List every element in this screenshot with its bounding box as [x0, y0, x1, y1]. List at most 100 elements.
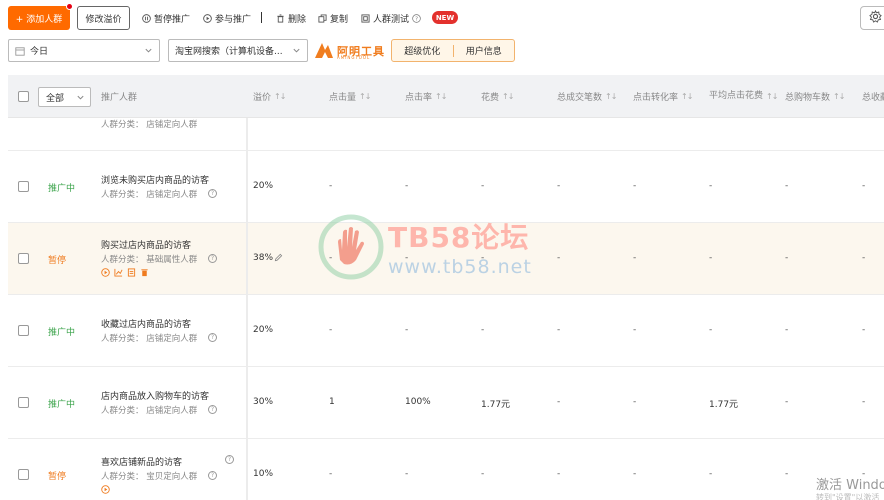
play-icon[interactable]: [101, 268, 110, 277]
status-filter-select[interactable]: 全部: [38, 87, 91, 107]
join-label: 参与推广: [215, 14, 252, 25]
modify-bid-label: 修改溢价: [85, 14, 122, 25]
help-icon[interactable]: ?: [412, 13, 421, 23]
row-status: 推广中: [48, 184, 76, 194]
add-crowd-button[interactable]: + 添加人群: [8, 3, 73, 30]
header-cart[interactable]: 总购物车数 ↑↓: [785, 75, 845, 118]
delete-button[interactable]: 删除: [276, 10, 306, 26]
help-icon[interactable]: ?: [225, 455, 234, 464]
table-row: 暂停 购买过店内商品的访客 人群分类： 基础属性人群 ? 38% - - - -…: [8, 223, 884, 295]
row-cpc: -: [709, 325, 713, 335]
row-category: 人群分类： 店铺定向人群: [101, 334, 198, 344]
row-cpc: -: [709, 469, 713, 479]
table-row: 暂停 喜欢店铺新品的访客 ? 人群分类： 宝贝定向人群 ? 10% - - - …: [8, 439, 884, 500]
row-fav: -: [862, 253, 866, 263]
row-crowd-name: 浏览未购买店内商品的访客: [101, 176, 210, 186]
row-crowd-name: 收藏过店内商品的访客: [101, 320, 192, 330]
row-actions: [101, 268, 149, 277]
sort-icon[interactable]: ↑↓: [681, 92, 693, 101]
copy-button[interactable]: 复制: [318, 10, 348, 26]
row-bid: 38%: [253, 253, 274, 263]
row-orders: -: [557, 469, 561, 479]
row-cost: -: [481, 325, 485, 335]
header-ctr-label: 点击率: [405, 93, 433, 103]
row-bid: 30%: [253, 397, 274, 407]
edit-bid-icon[interactable]: [274, 253, 283, 265]
date-select[interactable]: 今日: [8, 39, 160, 62]
header-cart-label: 总购物车数: [785, 93, 831, 103]
header-cpc[interactable]: 平均点击花费 ↑↓: [709, 75, 778, 118]
tab-user-info[interactable]: 用户信息: [454, 44, 515, 57]
help-icon[interactable]: ?: [208, 333, 217, 342]
row-cart: -: [785, 397, 789, 407]
row-cost: 1.77元: [481, 400, 511, 410]
calendar-icon: [15, 46, 25, 56]
amingtool-logo: 阿明工具 AMINGTOOL: [314, 41, 385, 61]
header-cvr[interactable]: 点击转化率 ↑↓: [633, 75, 693, 118]
header-fav[interactable]: 总收藏: [862, 75, 884, 118]
pause-button[interactable]: 暂停推广: [142, 10, 190, 26]
row-crowd-name: 店内商品放入购物车的访客: [101, 392, 210, 402]
chart-icon[interactable]: [114, 268, 123, 277]
header-cost[interactable]: 花费 ↑↓: [481, 75, 514, 118]
join-button[interactable]: 参与推广: [203, 10, 251, 26]
row-cart: -: [785, 469, 789, 479]
row-checkbox[interactable]: [18, 253, 29, 264]
trash-icon[interactable]: [140, 268, 149, 277]
row-status: 推广中: [48, 400, 76, 410]
sort-icon[interactable]: ↑↓: [274, 92, 286, 101]
row-fav: -: [862, 181, 866, 191]
row-clicks: -: [329, 181, 333, 191]
windows-activation-text: 激活 Windo: [816, 478, 884, 493]
help-icon[interactable]: ?: [208, 405, 217, 414]
table-row-partial: 人群分类： 店铺定向人群: [8, 118, 884, 151]
help-icon[interactable]: ?: [208, 254, 217, 263]
sort-icon[interactable]: ↑↓: [766, 92, 778, 101]
svg-text:?: ?: [415, 16, 418, 22]
play-icon[interactable]: [101, 485, 110, 494]
row-crowd-name: 购买过店内商品的访客: [101, 241, 192, 251]
modify-bid-button[interactable]: 修改溢价: [77, 6, 130, 30]
channel-select[interactable]: 淘宝网搜索（计算机设备...: [168, 39, 308, 62]
row-ctr: -: [405, 253, 409, 263]
row-checkbox[interactable]: [18, 181, 29, 192]
header-bid-label: 溢价: [253, 93, 272, 103]
help-icon[interactable]: ?: [208, 471, 217, 480]
select-all-checkbox[interactable]: [18, 91, 29, 102]
header-ctr[interactable]: 点击率 ↑↓: [405, 75, 447, 118]
header-clicks[interactable]: 点击量 ↑↓: [329, 75, 371, 118]
row-ctr: -: [405, 325, 409, 335]
row-cvr: -: [633, 397, 637, 407]
table-row: 推广中 店内商品放入购物车的访客 人群分类： 店铺定向人群 ? 30% 1 10…: [8, 367, 884, 439]
row-cart: -: [785, 253, 789, 263]
report-icon[interactable]: [127, 268, 136, 277]
sort-icon[interactable]: ↑↓: [435, 92, 447, 101]
help-icon[interactable]: ?: [208, 189, 217, 198]
copy-label: 复制: [330, 14, 349, 25]
row-checkbox[interactable]: [18, 325, 29, 336]
row-bid: 10%: [253, 469, 274, 479]
header-bid[interactable]: 溢价 ↑↓: [253, 75, 286, 118]
crowd-test-button[interactable]: 人群测试 ?: [361, 10, 421, 26]
row-checkbox[interactable]: [18, 469, 29, 480]
sort-icon[interactable]: ↑↓: [502, 92, 514, 101]
row-cvr: -: [633, 253, 637, 263]
row-cost: -: [481, 469, 485, 479]
sort-icon[interactable]: ↑↓: [605, 92, 617, 101]
crowd-table: 全部 推广人群 溢价 ↑↓ 点击量 ↑↓ 点击率 ↑↓ 花费 ↑↓ 总成交笔数 ↑↓ 点击…: [8, 75, 884, 500]
header-clicks-label: 点击量: [329, 93, 357, 103]
sort-icon[interactable]: ↑↓: [359, 92, 371, 101]
header-orders[interactable]: 总成交笔数 ↑↓: [557, 75, 617, 118]
row-cart: -: [785, 181, 789, 191]
tab-super-optimize[interactable]: 超级优化: [392, 44, 453, 57]
row-checkbox[interactable]: [18, 397, 29, 408]
table-header: 全部 推广人群 溢价 ↑↓ 点击量 ↑↓ 点击率 ↑↓ 花费 ↑↓ 总成交笔数 ↑↓ 点击…: [8, 75, 884, 118]
sort-icon[interactable]: ↑↓: [833, 92, 845, 101]
settings-button[interactable]: [860, 6, 884, 30]
row-orders: -: [557, 253, 561, 263]
row-category: 人群分类： 宝贝定向人群: [101, 472, 198, 482]
chevron-down-icon: [144, 46, 153, 58]
trash-icon: [276, 13, 285, 23]
row-bid: 20%: [253, 181, 274, 191]
header-fav-label: 总收藏: [862, 93, 884, 103]
